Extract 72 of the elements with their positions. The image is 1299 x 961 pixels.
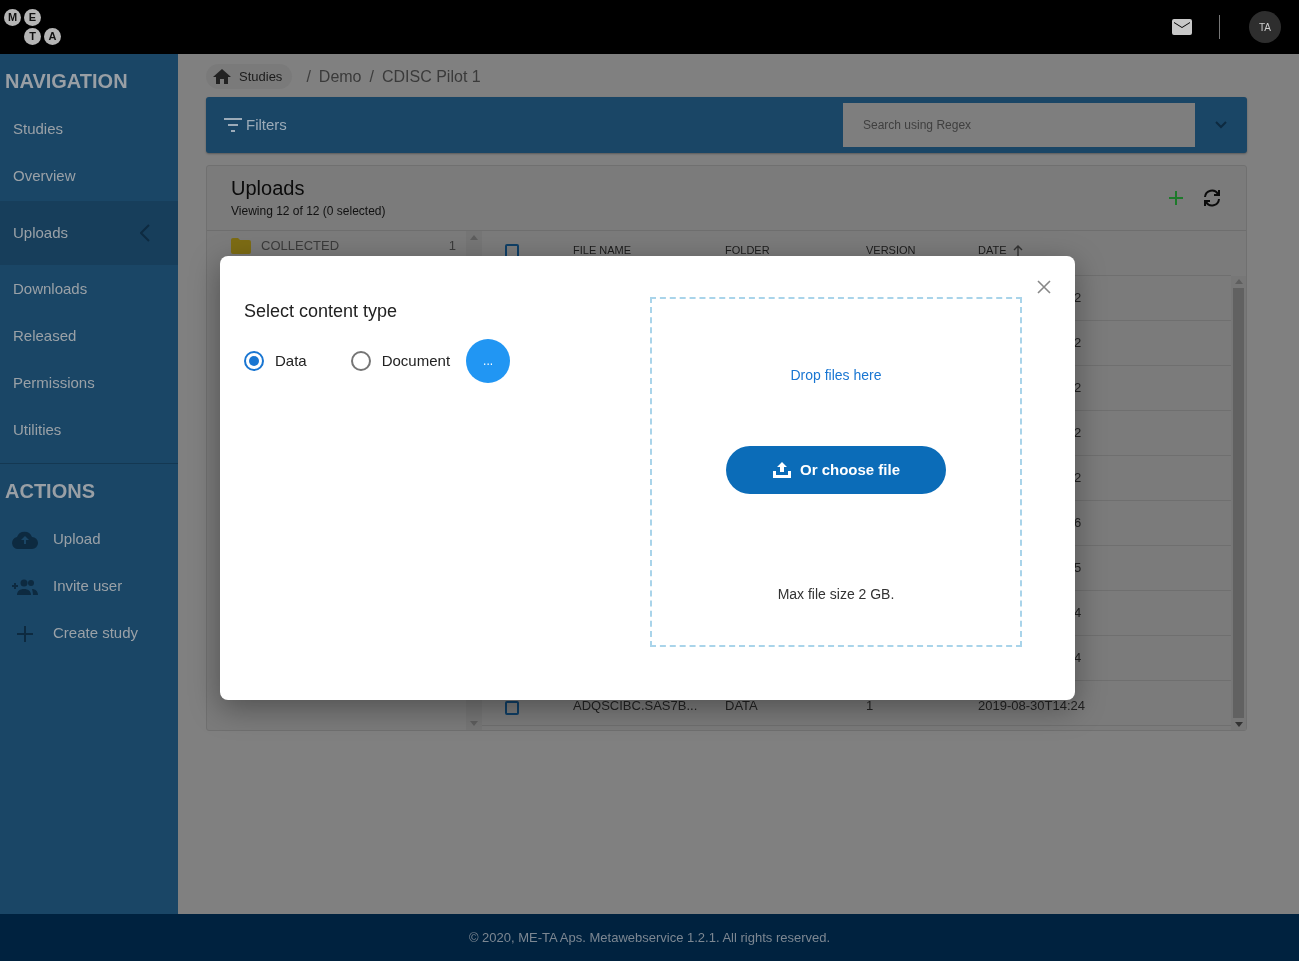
breadcrumb-link[interactable]: Demo [318,64,362,89]
footer-text: © 2020, ME-TA Aps. Metawebservice 1.2.1. All rights reserved. [0,914,1299,961]
breadcrumb-separator: / [306,66,311,87]
mail-icon[interactable] [1172,19,1192,35]
section-heading: NAVIGATION [4,69,129,94]
table-cell-text: 2 [1074,289,1082,308]
sidebar-item[interactable]: Uploads [0,201,178,265]
more-button[interactable]: ... [466,339,511,383]
filter-icon [224,118,242,132]
sidebar-action[interactable]: Create study [0,610,178,657]
column-header[interactable]: DATE [978,242,1231,259]
folder-icon [231,238,251,254]
card-title: Uploads [231,176,306,200]
logo[interactable]: M E T A [4,9,61,45]
table-cell-text: 2019-08-30T14:24 [978,696,1086,715]
sidebar-item[interactable]: Overview [0,153,178,200]
logo-letter: T [24,28,41,45]
sidebar-item[interactable]: Utilities [0,407,178,454]
sidebar-action[interactable]: Upload [0,516,178,563]
card-subtitle: Viewing 12 of 12 (0 selected) [231,203,386,220]
close-icon[interactable] [1037,280,1051,294]
logo-letter: A [44,28,61,45]
max-size-note: Max file size 2 GB. [777,585,895,604]
choose-file-button[interactable]: Or choose file [726,446,946,494]
add-people-icon [12,578,38,595]
scroll-down-icon[interactable] [1234,722,1243,727]
sidebar-item[interactable]: Permissions [0,360,178,407]
cloud-upload-icon [12,530,38,549]
table-cell-text: 2 [1074,424,1082,443]
arrow-up-icon [1012,244,1023,256]
home-icon [213,69,231,84]
refresh-icon[interactable] [1202,189,1222,207]
breadcrumb-link[interactable]: CDISC Pilot 1 [381,64,481,89]
table-cell-text: 2 [1074,469,1082,488]
drop-zone[interactable]: Drop files here Or choose file Max file size 2 GB. [650,297,1022,647]
breadcrumb-separator: / [369,66,374,87]
scroll-down-icon[interactable] [470,721,478,726]
folder-item[interactable]: COLLECTED 1 [207,231,466,261]
column-header[interactable]: FOLDER [725,242,866,259]
radio-option[interactable]: Data [244,349,307,373]
table-cell-text: 4 [1074,649,1082,668]
sidebar-item[interactable]: Released [0,313,178,360]
drop-hint: Drop files here [790,366,882,385]
table-cell-text: 4 [1074,604,1082,623]
dialog-title: Select content type [244,300,399,323]
column-header[interactable]: FILE NAME [573,242,725,259]
sidebar-action[interactable]: Invite user [0,563,178,610]
search-field[interactable]: Search using Regex [843,103,1195,147]
radio-option[interactable]: Document [350,349,451,373]
table-cell-text: 5 [1074,559,1082,578]
folder-count: 1 [448,237,456,256]
section-heading: ACTIONS [4,479,96,504]
table-cell-text: 2 [1074,334,1082,353]
breadcrumb-link[interactable]: Studies [206,63,293,90]
chevron-down-icon[interactable] [1215,121,1227,129]
table-cell-text: 2 [1074,379,1082,398]
upload-icon [772,462,792,478]
sidebar-item[interactable]: Studies [0,106,178,153]
filters-button[interactable]: Filters [224,113,287,137]
sidebar-item[interactable]: Downloads [0,266,178,313]
table-cell-text: DATA [725,696,759,715]
logo-letter: E [24,9,41,26]
logo-letter: M [4,9,21,26]
scroll-up-icon[interactable] [470,235,478,240]
scrollbar[interactable] [1231,276,1246,730]
user-avatar[interactable]: TA [1249,11,1281,43]
scroll-up-icon[interactable] [1234,279,1243,284]
column-header[interactable]: VERSION [866,242,978,259]
table-cell-text: 1 [866,696,875,715]
chevron-left-icon [140,224,150,242]
table-cell-text: 6 [1074,514,1082,533]
table-cell-text: ADQSCIBC.SAS7B... [573,696,699,715]
